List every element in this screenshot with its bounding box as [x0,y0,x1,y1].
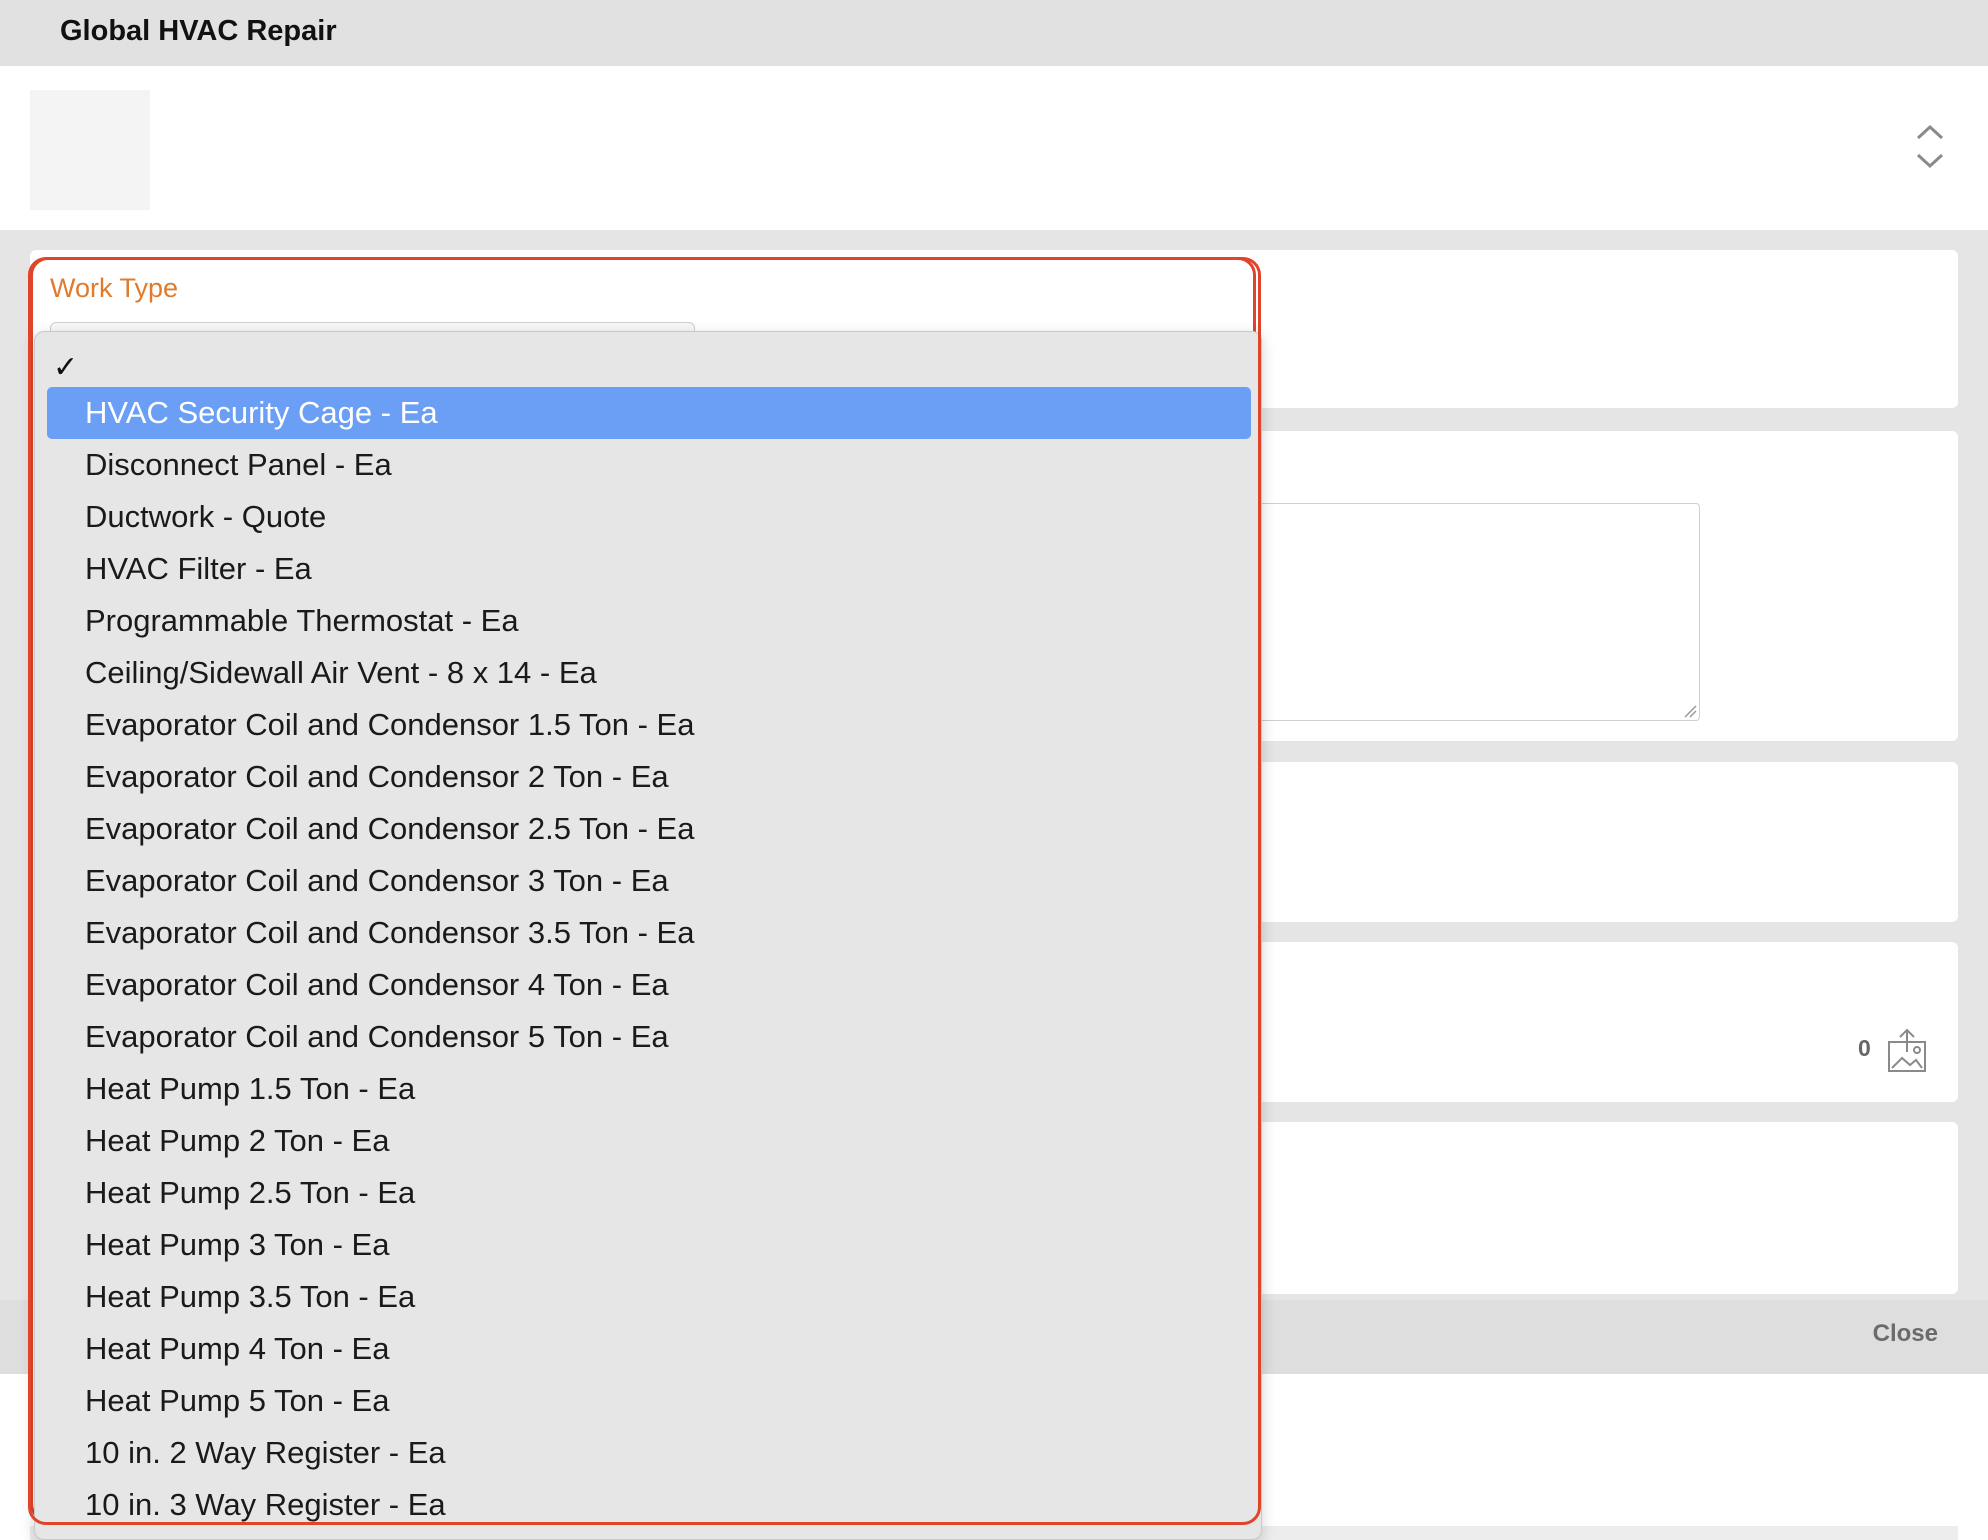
dropdown-option[interactable]: Evaporator Coil and Condensor 1.5 Ton - … [47,699,1251,751]
dropdown-option[interactable]: Heat Pump 3 Ton - Ea [47,1219,1251,1271]
dropdown-option[interactable]: Heat Pump 4 Ton - Ea [47,1323,1251,1375]
dropdown-option[interactable]: Heat Pump 2 Ton - Ea [47,1115,1251,1167]
upload-image-icon[interactable] [1886,1028,1928,1074]
dropdown-option[interactable]: Programmable Thermostat - Ea [47,595,1251,647]
logo-placeholder [30,90,150,210]
dropdown-option[interactable]: Ductwork - Quote [47,491,1251,543]
close-button[interactable]: Close [1873,1320,1938,1348]
dropdown-option[interactable]: Heat Pump 2.5 Ton - Ea [47,1167,1251,1219]
dropdown-option[interactable]: Evaporator Coil and Condensor 3.5 Ton - … [47,907,1251,959]
resize-handle-icon[interactable] [1681,702,1697,718]
attachment-count: 0 [1858,1035,1871,1061]
dropdown-option[interactable]: Evaporator Coil and Condensor 2 Ton - Ea [47,751,1251,803]
window-title: Global HVAC Repair [60,15,337,47]
dropdown-option[interactable]: Evaporator Coil and Condensor 3 Ton - Ea [47,855,1251,907]
work-type-dropdown[interactable]: ✓ HVAC Security Cage - Ea Disconnect Pane… [34,331,1262,1540]
header [0,66,1988,230]
dropdown-option[interactable]: Evaporator Coil and Condensor 4 Ton - Ea [47,959,1251,1011]
dropdown-option[interactable]: Evaporator Coil and Condensor 5 Ton - Ea [47,1011,1251,1063]
checkmark-icon: ✓ [53,351,79,384]
title-bar: Global HVAC Repair [0,0,1988,66]
dropdown-option[interactable]: Heat Pump 5 Ton - Ea [47,1375,1251,1427]
chevron-up-down-icon [1916,124,1944,169]
dropdown-option[interactable]: 10 in. 3 Way Register - Ea [47,1479,1251,1531]
dropdown-option[interactable]: 10 in. 2 Way Register - Ea [47,1427,1251,1479]
work-type-label: Work Type [50,273,179,303]
dropdown-option[interactable]: Ceiling/Sidewall Air Vent - 8 x 14 - Ea [47,647,1251,699]
reorder-control[interactable] [1912,116,1948,176]
dropdown-option[interactable]: HVAC Filter - Ea [47,543,1251,595]
dropdown-option[interactable]: Disconnect Panel - Ea [47,439,1251,491]
description-textarea[interactable] [1200,503,1700,721]
dropdown-option[interactable]: Heat Pump 3.5 Ton - Ea [47,1271,1251,1323]
dropdown-option[interactable]: Evaporator Coil and Condensor 2.5 Ton - … [47,803,1251,855]
dropdown-option[interactable]: HVAC Security Cage - Ea [47,387,1251,439]
dropdown-option[interactable]: Heat Pump 1.5 Ton - Ea [47,1063,1251,1115]
